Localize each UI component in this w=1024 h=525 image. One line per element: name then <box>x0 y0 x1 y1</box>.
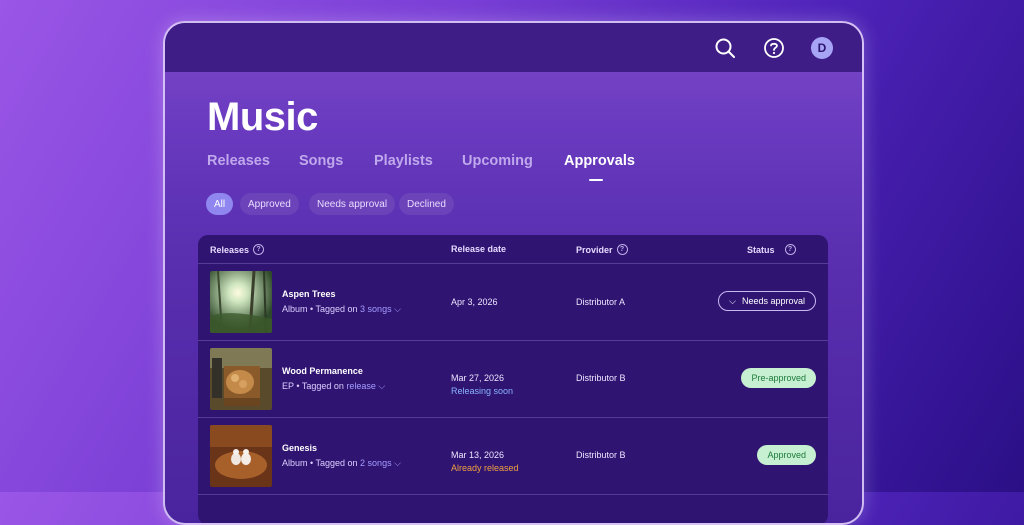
release-title[interactable]: Genesis <box>282 443 317 453</box>
already-released-note: Already released <box>451 463 519 473</box>
table-row[interactable]: Wood Permanence EP • Tagged on release ⌵… <box>198 341 828 418</box>
tab-upcoming[interactable]: Upcoming <box>462 153 533 169</box>
tagged-release-link[interactable]: release <box>346 381 376 391</box>
app-window: D Music Releases Songs Playlists Upcomin… <box>163 21 864 525</box>
album-art-aspen-trees <box>210 271 272 333</box>
info-icon[interactable]: ? <box>784 244 796 255</box>
releasing-soon-note: Releasing soon <box>451 386 514 396</box>
column-status: Status ? <box>747 244 796 255</box>
avatar[interactable]: D <box>811 37 833 59</box>
column-provider: Provider ? <box>576 244 628 255</box>
release-title[interactable]: Wood Permanence <box>282 366 363 376</box>
status-dropdown[interactable]: ⌵ Needs approval <box>718 291 816 311</box>
tagged-songs-link[interactable]: 3 songs <box>360 304 392 314</box>
provider: Distributor A <box>576 297 626 307</box>
release-subtitle: Album • Tagged on 3 songs ⌵ <box>282 304 401 314</box>
active-tab-indicator <box>589 179 603 181</box>
top-bar: D <box>165 23 862 72</box>
tab-songs[interactable]: Songs <box>299 153 343 169</box>
release-subtitle: Album • Tagged on 2 songs ⌵ <box>282 458 401 468</box>
tab-playlists[interactable]: Playlists <box>374 153 433 169</box>
provider: Distributor B <box>576 450 626 460</box>
filter-needs-approval[interactable]: Needs approval <box>309 193 396 215</box>
chevron-down-icon[interactable]: ⌵ <box>392 458 401 468</box>
search-icon[interactable] <box>714 37 736 59</box>
release-date: Mar 27, 2026 <box>451 373 505 383</box>
tab-approvals[interactable]: Approvals <box>564 153 635 169</box>
tagged-songs-link[interactable]: 2 songs <box>360 458 392 468</box>
release-date: Mar 13, 2026 <box>451 450 505 460</box>
status-badge: Approved <box>757 445 816 465</box>
help-icon[interactable] <box>763 37 785 59</box>
table-header: Releases ? Release date Provider ? Statu… <box>198 235 828 264</box>
tab-releases[interactable]: Releases <box>207 153 270 169</box>
album-art-wood-permanence <box>210 348 272 410</box>
filter-all[interactable]: All <box>206 193 234 215</box>
column-release-date: Release date <box>451 244 507 254</box>
status-badge: Pre-approved <box>741 368 816 388</box>
chevron-down-icon: ⌵ <box>729 295 736 306</box>
page-title: Music <box>207 95 318 139</box>
filter-declined[interactable]: Declined <box>399 193 454 215</box>
chevron-down-icon[interactable]: ⌵ <box>392 304 401 314</box>
info-icon[interactable]: ? <box>253 244 265 255</box>
column-releases: Releases ? <box>210 244 265 255</box>
releases-table: Releases ? Release date Provider ? Statu… <box>198 235 828 523</box>
filter-approved[interactable]: Approved <box>240 193 299 215</box>
chevron-down-icon[interactable]: ⌵ <box>376 381 385 391</box>
album-art-genesis <box>210 425 272 487</box>
info-icon[interactable]: ? <box>616 244 628 255</box>
table-row[interactable]: Aspen Trees Album • Tagged on 3 songs ⌵ … <box>198 264 828 341</box>
provider: Distributor B <box>576 373 626 383</box>
release-subtitle: EP • Tagged on release ⌵ <box>282 381 386 391</box>
release-title[interactable]: Aspen Trees <box>282 289 336 299</box>
table-row[interactable]: Genesis Album • Tagged on 2 songs ⌵ Mar … <box>198 418 828 495</box>
release-date: Apr 3, 2026 <box>451 297 498 307</box>
